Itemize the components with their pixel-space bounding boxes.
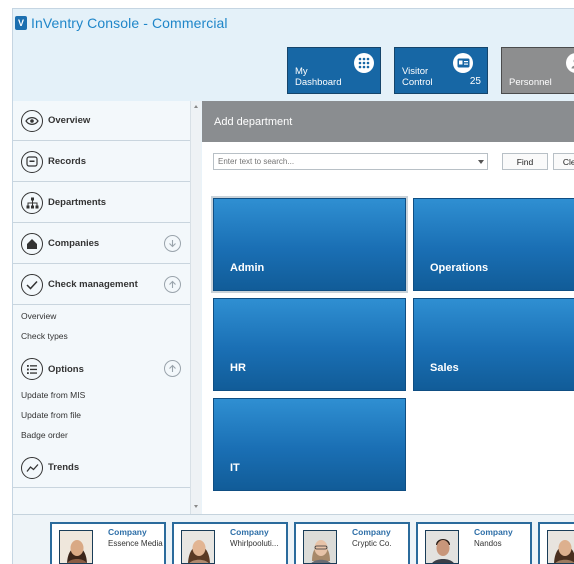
avatar [547,530,574,564]
list-icon [21,358,43,380]
sidebar-subitem-badge-order[interactable]: Badge order [21,430,68,440]
sidebar-item-options[interactable]: Options [13,349,190,389]
company-title: Company [230,527,269,537]
tile-label: My Dashboard [295,66,342,88]
sidebar-item-companies[interactable]: Companies [13,224,190,264]
sidebar-item-records[interactable]: Records [13,142,190,182]
find-button[interactable]: Find [502,153,548,170]
search-combobox[interactable] [213,153,488,170]
eye-icon [21,109,43,132]
company-card[interactable]: Company Cryptic Co. [294,522,410,564]
department-tile-admin[interactable]: Admin [211,196,408,293]
company-card[interactable]: Company Essence Media [50,522,166,564]
tile-my-dashboard[interactable]: My Dashboard [287,47,381,94]
trend-icon [21,456,43,479]
dropdown-arrow-icon[interactable] [478,160,484,164]
grid-icon [354,53,374,73]
clear-button[interactable]: Clear [553,153,574,170]
department-tile-sales[interactable]: Sales [413,298,574,391]
visitor-count-badge: 25 [469,76,481,87]
sidebar: Overview Records Departments Companies C… [13,101,201,514]
chevron-down-icon[interactable] [164,235,181,252]
company-card[interactable]: Company Whirlpooluti... [172,522,288,564]
tile-label: Personnel [509,77,552,88]
sidebar-scrollbar[interactable] [190,101,201,514]
avatar [59,530,93,564]
company-title: Company [474,527,513,537]
department-name: HR [230,362,246,374]
department-name: IT [230,462,240,474]
building-icon [21,232,43,255]
department-name: Admin [230,262,265,274]
company-name: Nandos [474,539,502,548]
sidebar-subitem-check-types[interactable]: Check types [21,331,68,341]
avatar [425,530,459,564]
avatar [303,530,337,564]
hierarchy-icon [21,191,43,214]
company-strip: Company Essence Media Company Whirlpoolu… [13,514,574,564]
company-title: Company [352,527,391,537]
tile-personnel[interactable]: Personnel [501,47,574,94]
department-tile-hr[interactable]: HR [213,298,406,391]
section-header-bar: Add department [202,101,574,142]
company-card[interactable]: Company Nandos [416,522,532,564]
chevron-up-icon[interactable] [164,276,181,293]
avatar [181,530,215,564]
visitor-card-icon [453,53,473,73]
department-tile-operations[interactable]: Operations [413,198,574,291]
sidebar-subitem-overview[interactable]: Overview [21,311,56,321]
app-title-text: InVentry Console - Commercial [31,15,228,31]
company-name: Cryptic Co. [352,539,392,548]
department-tile-it[interactable]: IT [213,398,406,491]
app-window: V InVentry Console - Commercial My Dashb… [12,8,574,564]
sidebar-subitem-update-from-mis[interactable]: Update from MIS [21,390,85,400]
scroll-up-arrow-icon[interactable] [194,105,198,108]
inventry-logo: V [15,16,27,30]
company-name: Essence Media [108,539,163,548]
check-icon [21,273,43,296]
header: V InVentry Console - Commercial My Dashb… [13,9,574,101]
department-name: Sales [430,362,459,374]
company-title: Company [108,527,147,537]
app-title: V InVentry Console - Commercial [15,14,228,32]
sidebar-subitem-update-from-file[interactable]: Update from file [21,410,81,420]
records-icon [21,150,43,173]
company-name: Whirlpooluti... [230,539,279,548]
chevron-up-icon[interactable] [164,360,181,377]
scroll-down-arrow-icon[interactable] [194,505,198,508]
company-card[interactable] [538,522,574,564]
tile-label: Visitor Control [402,66,433,88]
search-input[interactable] [214,154,476,169]
sidebar-item-trends[interactable]: Trends [13,448,190,488]
section-title[interactable]: Add department [214,116,292,128]
main-panel: Add department Find Clear Admin Operatio… [202,101,574,514]
sidebar-item-departments[interactable]: Departments [13,183,190,223]
sidebar-item-overview[interactable]: Overview [13,101,190,141]
person-icon [566,53,574,73]
tile-visitor-control[interactable]: Visitor Control 25 [394,47,488,94]
department-name: Operations [430,262,489,274]
sidebar-item-check-management[interactable]: Check management [13,265,190,305]
